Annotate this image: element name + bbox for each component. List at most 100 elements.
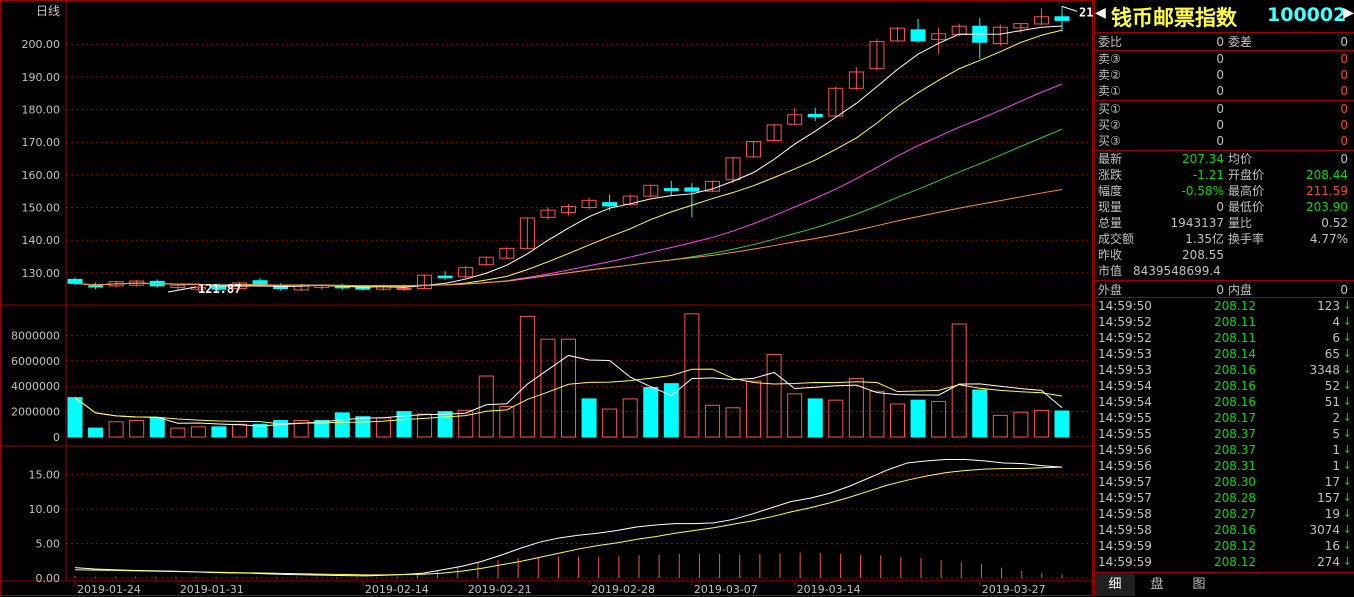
- tab-detail[interactable]: 细: [1095, 574, 1135, 596]
- volume-bar: [67, 397, 83, 438]
- buy-level-label: 买③: [1098, 134, 1121, 148]
- stats-label: 成交额: [1098, 232, 1135, 246]
- stats-label-2: 最高价: [1228, 184, 1265, 198]
- high-marker-line: [1061, 5, 1078, 12]
- volume-bar: [622, 398, 638, 438]
- tick-volume: 16: [1324, 539, 1340, 553]
- sell-level-row: 卖② 0 0: [1095, 67, 1354, 83]
- volume-bar: [149, 417, 165, 438]
- stats-label-2: 最低价: [1228, 200, 1265, 214]
- tick-row: 14:59:57 208.28 157 ↓: [1095, 490, 1354, 506]
- stats-value: -0.58%: [1181, 184, 1224, 198]
- volume-tick-label: 8000000: [11, 329, 60, 342]
- stats-value-2: 208.44: [1306, 168, 1348, 182]
- price-tick-label: 200.00: [22, 38, 61, 51]
- buy-level-label: 买①: [1098, 102, 1121, 116]
- tick-row: 14:59:59 208.12 274 ↓: [1095, 554, 1354, 570]
- tick-time: 14:59:59: [1098, 539, 1152, 553]
- down-arrow-icon: ↓: [1342, 459, 1352, 472]
- tab-chart[interactable]: 图: [1179, 574, 1219, 596]
- buy-level-row: 买① 0 0: [1095, 101, 1354, 117]
- volume-bar: [684, 313, 700, 438]
- stats-row: 最新 207.34 均价 0: [1095, 151, 1354, 167]
- down-arrow-icon: ↓: [1342, 427, 1352, 440]
- down-arrow-icon: ↓: [1342, 523, 1352, 536]
- indicator-tick-label: 10.00: [29, 503, 61, 516]
- date-label: 2019-01-24: [77, 583, 141, 596]
- stats-row: 市值 8439548699.4: [1095, 263, 1354, 279]
- stats-row: 涨跌 -1.21 开盘价 208.44: [1095, 167, 1354, 183]
- tick-row: 14:59:55 208.37 5 ↓: [1095, 426, 1354, 442]
- nav-right-arrow[interactable]: ▶: [1343, 5, 1354, 21]
- price-tick-label: 180.00: [22, 104, 61, 117]
- buy-level-label: 买②: [1098, 118, 1121, 132]
- stats-row: 总量 1943137 量比 0.52: [1095, 215, 1354, 231]
- stats-label: 幅度: [1098, 184, 1123, 198]
- tick-time: 14:59:55: [1098, 411, 1152, 425]
- candle-body: [88, 285, 104, 288]
- stats-label-2: 开盘价: [1228, 168, 1265, 182]
- tick-time: 14:59:52: [1098, 331, 1152, 345]
- tick-row: 14:59:54 208.16 52 ↓: [1095, 378, 1354, 394]
- tick-volume: 123: [1317, 299, 1340, 313]
- volume-bar: [1013, 411, 1029, 438]
- volume-bar: [108, 421, 124, 438]
- volume-bar: [129, 419, 145, 438]
- stats-value: 1.35亿: [1185, 232, 1224, 246]
- tick-volume: 17: [1324, 475, 1340, 489]
- candle-body: [252, 280, 268, 286]
- down-arrow-icon: ↓: [1342, 331, 1352, 344]
- stats-label-2: 量比: [1228, 216, 1253, 230]
- price-tick-label: 140.00: [22, 234, 61, 247]
- candle-body: [807, 113, 823, 118]
- order-ratio-label: 委比: [1098, 35, 1123, 49]
- volume-tick-label: 6000000: [11, 355, 60, 368]
- tab-orderbook[interactable]: 盘: [1137, 574, 1177, 596]
- volume-bar: [992, 414, 1008, 438]
- kline-chart[interactable]: 日线 200.00 190.00 180.00 170.00 160.00 150.00 14…: [0, 0, 1094, 596]
- stats-value-2: 203.90: [1306, 200, 1348, 214]
- order-ratio-row: 委比 0 委差 0: [1095, 34, 1354, 50]
- volume-bar: [211, 426, 227, 438]
- tick-price: 208.16: [1214, 395, 1256, 409]
- sell-level-row: 卖① 0 0: [1095, 83, 1354, 99]
- sell-level-volume: 0: [1340, 84, 1348, 98]
- date-label: 2019-03-07: [694, 583, 758, 596]
- buy-level-row: 买② 0 0: [1095, 117, 1354, 133]
- tick-price: 208.31: [1214, 459, 1256, 473]
- volume-bar: [334, 412, 350, 438]
- date-label: 2019-02-14: [365, 583, 429, 596]
- down-arrow-icon: ↓: [1342, 491, 1352, 504]
- volume-bar: [807, 398, 823, 438]
- volume-bar: [890, 403, 905, 438]
- volume-bar: [828, 399, 844, 438]
- tick-row: 14:59:58 208.16 3074 ↓: [1095, 522, 1354, 538]
- volume-bar: [951, 323, 967, 438]
- buy-level-volume: 0: [1340, 118, 1348, 132]
- volume-tick-label: 0: [53, 431, 60, 444]
- candle-body: [396, 288, 412, 291]
- nav-left-arrow[interactable]: ◀: [1095, 5, 1106, 21]
- buy-level-volume: 0: [1340, 102, 1348, 116]
- outer-volume-value: 0: [1216, 283, 1224, 297]
- stats-label-2: 换手率: [1228, 232, 1265, 246]
- sell-level-label: 卖②: [1098, 68, 1121, 82]
- stats-value-2: 0.52: [1321, 216, 1348, 230]
- price-tick-label: 160.00: [22, 169, 61, 182]
- stats-label: 涨跌: [1098, 168, 1123, 182]
- volume-bar: [540, 338, 556, 438]
- volume-bar: [869, 390, 885, 438]
- volume-bar: [1033, 409, 1049, 438]
- tick-row: 14:59:55 208.17 2 ↓: [1095, 410, 1354, 426]
- sell-level-price: 0: [1216, 52, 1224, 66]
- down-arrow-icon: ↓: [1342, 411, 1352, 424]
- tick-time: 14:59:56: [1098, 459, 1152, 473]
- stock-code: 100002: [1267, 4, 1347, 26]
- tick-row: 14:59:54 208.16 51 ↓: [1095, 394, 1354, 410]
- volume-bar: [519, 315, 535, 438]
- tick-volume: 52: [1324, 379, 1340, 393]
- tick-price: 208.12: [1214, 555, 1256, 569]
- header-separator: [1095, 32, 1354, 33]
- tick-price: 208.37: [1214, 427, 1256, 441]
- ma60-line: [74, 189, 1063, 287]
